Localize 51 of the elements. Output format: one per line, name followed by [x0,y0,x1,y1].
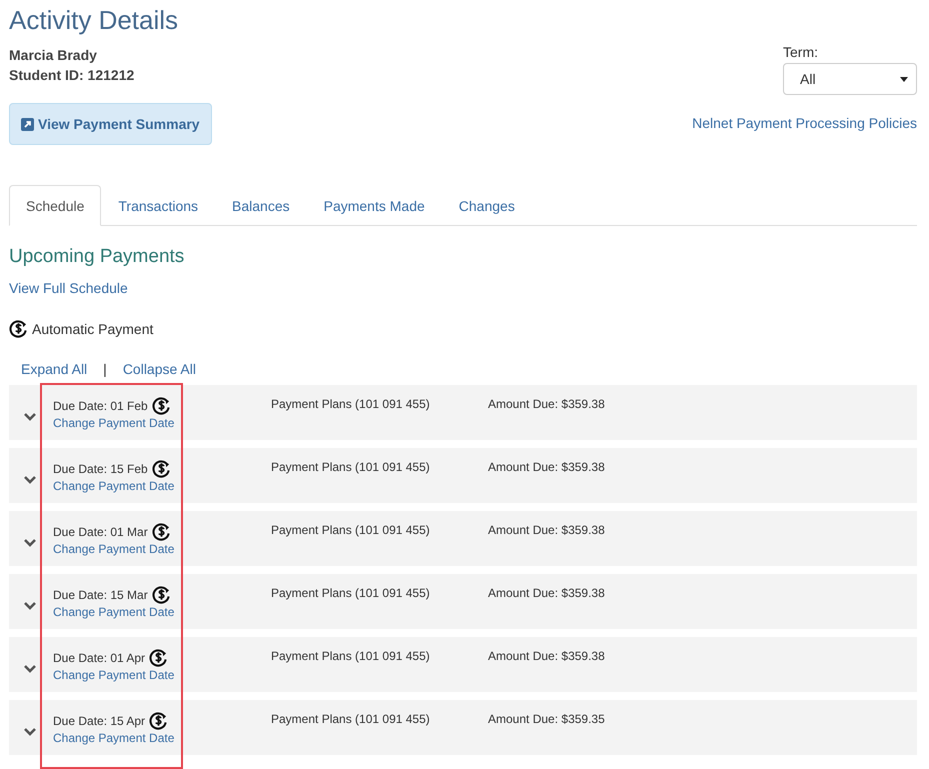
due-date: Due Date: 01 Mar [53,524,148,538]
payment-plan: Payment Plans (101 091 455) [271,585,431,600]
change-payment-date-link[interactable]: Change Payment Date [53,668,271,682]
legend-label: Automatic Payment [32,320,154,336]
change-payment-date-link[interactable]: Change Payment Date [53,479,271,493]
payment-plan: Payment Plans (101 091 455) [271,522,431,537]
dropdown-caret-icon [900,76,908,82]
change-payment-date-link[interactable]: Change Payment Date [53,731,271,745]
amount-due: Amount Due: $359.38 [488,396,605,411]
tab[interactable]: Transactions [101,185,216,226]
amount-due: Amount Due: $359.38 [488,648,605,663]
external-link-icon [21,118,34,130]
policies-link[interactable]: Nelnet Payment Processing Policies [692,115,917,131]
chevron-icon[interactable] [23,601,37,610]
term-label: Term: [783,44,818,60]
chevron-icon[interactable] [23,475,37,484]
chevron-icon[interactable] [23,538,37,547]
amount-due: Amount Due: $359.38 [488,459,605,474]
change-payment-date-link[interactable]: Change Payment Date [53,416,271,430]
payment-plan: Payment Plans (101 091 455) [271,648,431,663]
section-title: Upcoming Payments [9,246,186,268]
page-title: Activity Details [9,4,180,36]
due-date: Due Date: 15 Feb [53,462,148,476]
due-date: Due Date: 15 Mar [53,588,148,602]
tab[interactable]: Payments Made [306,185,442,226]
payment-plan: Payment Plans (101 091 455) [271,711,431,726]
change-payment-date-link[interactable]: Change Payment Date [53,605,271,619]
payment-plan: Payment Plans (101 091 455) [271,396,431,411]
student-name: Marcia Brady [9,46,98,65]
student-id: Student ID: 121212 [9,66,136,85]
amount-due: Amount Due: $359.38 [488,522,605,537]
view-full-schedule-link[interactable]: View Full Schedule [9,280,917,296]
expand-all-link[interactable]: Expand All [21,361,88,377]
chevron-icon[interactable] [23,664,37,673]
chevron-icon[interactable] [23,412,37,421]
tab[interactable]: Schedule [9,185,102,226]
separator: | [103,361,107,377]
due-date: Due Date: 01 Apr [53,650,146,664]
change-payment-date-link[interactable]: Change Payment Date [53,542,271,556]
payment-plan: Payment Plans (101 091 455) [271,459,431,474]
collapse-all-link[interactable]: Collapse All [122,361,196,377]
tab[interactable]: Balances [215,185,307,226]
chevron-icon[interactable] [23,727,37,736]
due-date: Due Date: 01 Feb [53,398,148,412]
due-date: Due Date: 15 Apr [53,714,146,728]
amount-due: Amount Due: $359.35 [488,711,605,726]
amount-due: Amount Due: $359.38 [488,585,605,600]
dollar-cycle-icon [9,319,28,338]
term-select[interactable]: All [783,63,917,95]
tab[interactable]: Changes [442,185,532,226]
view-payment-summary-button[interactable]: View Payment Summary [9,103,212,145]
